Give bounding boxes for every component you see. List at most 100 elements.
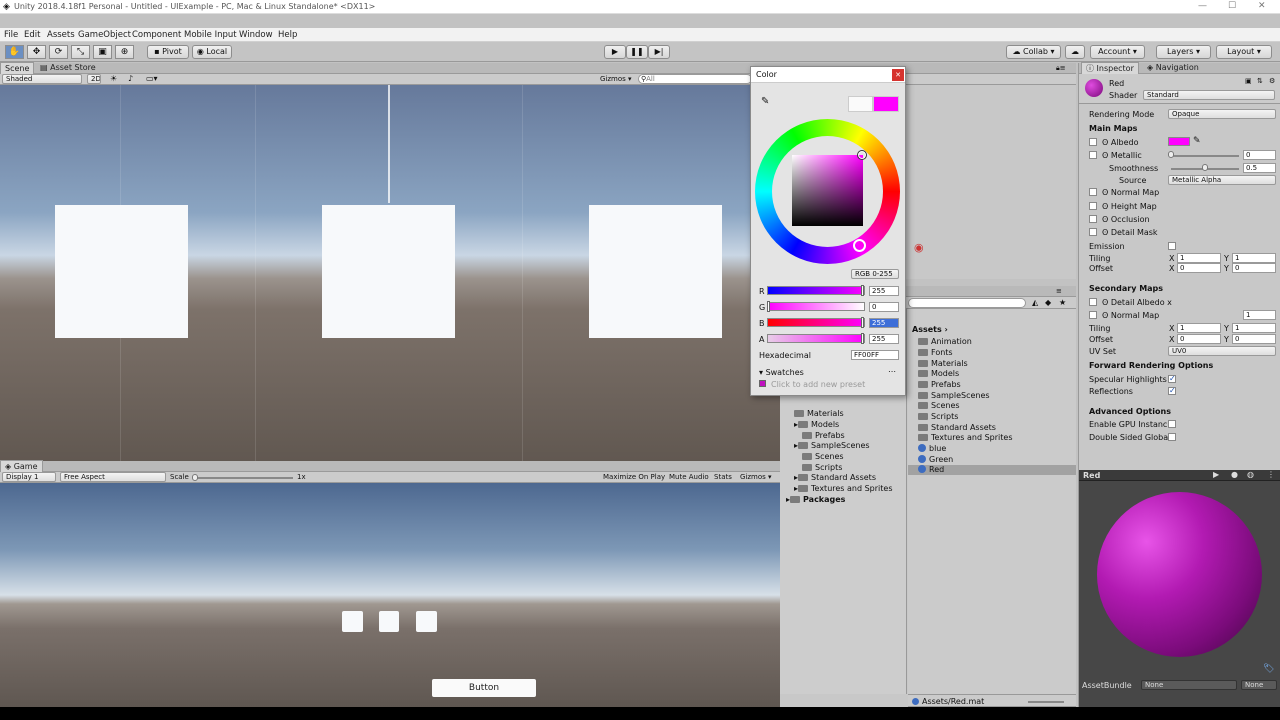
previous-color-swatch[interactable] bbox=[848, 96, 873, 112]
play-button[interactable]: ▶ bbox=[604, 45, 626, 59]
material-preview-sphere[interactable] bbox=[1097, 492, 1262, 657]
metallic-texture-slot[interactable] bbox=[1089, 151, 1097, 159]
asset-item[interactable]: Animation bbox=[918, 337, 972, 346]
shading-dropdown[interactable]: Shaded bbox=[2, 74, 82, 84]
channel-r-thumb[interactable] bbox=[861, 285, 864, 296]
offset-y-field[interactable]: 0 bbox=[1232, 263, 1276, 273]
rotate-tool-button[interactable]: ⟳ bbox=[49, 45, 68, 59]
scene-white-image-1[interactable] bbox=[55, 205, 188, 338]
game-viewport[interactable]: Button bbox=[0, 483, 780, 707]
scene-white-image-3[interactable] bbox=[589, 205, 722, 338]
hex-input[interactable]: FF00FF bbox=[851, 350, 899, 360]
menu-assets[interactable]: Assets bbox=[47, 30, 75, 40]
project-search-input[interactable] bbox=[908, 298, 1026, 308]
tree-item[interactable]: ▸ Models bbox=[794, 420, 839, 429]
collab-dropdown[interactable]: ☁ Collab ▾ bbox=[1006, 45, 1061, 59]
display-dropdown[interactable]: Display 1 bbox=[2, 472, 56, 482]
layers-dropdown[interactable]: Layers ▾ bbox=[1156, 45, 1211, 59]
asset-item[interactable]: Materials bbox=[918, 359, 968, 368]
local-toggle[interactable]: ◉ Local bbox=[192, 45, 232, 59]
channel-b-thumb[interactable] bbox=[861, 317, 864, 328]
swatch-preset[interactable] bbox=[759, 380, 766, 387]
scene-white-image-2[interactable] bbox=[322, 205, 455, 338]
game-white-image-3[interactable] bbox=[416, 611, 437, 632]
menu-edit[interactable]: Edit bbox=[24, 30, 40, 40]
tree-item-packages[interactable]: ▸ Packages bbox=[786, 495, 845, 504]
preview-play-icon[interactable]: ▶ bbox=[1213, 470, 1219, 479]
project-lock-icon[interactable]: ≡ bbox=[1056, 287, 1062, 295]
transform-tool-button[interactable]: ⊕ bbox=[115, 45, 134, 59]
lighting-icon[interactable]: ☀ bbox=[110, 74, 117, 83]
emission-checkbox[interactable] bbox=[1168, 242, 1176, 250]
lock-icon[interactable]: 🔒︎≡ bbox=[1056, 64, 1066, 73]
assetbundle-variant-dropdown[interactable]: None bbox=[1241, 680, 1277, 690]
metallic-value[interactable]: 0 bbox=[1243, 150, 1276, 160]
scale-slider[interactable] bbox=[193, 477, 293, 479]
hue-handle[interactable] bbox=[853, 239, 866, 252]
preview-light-icon[interactable]: ● bbox=[1231, 470, 1238, 479]
mute-audio-toggle[interactable]: Mute Audio bbox=[669, 473, 709, 481]
asset-item[interactable]: Prefabs bbox=[918, 380, 961, 389]
gpu-instancing-checkbox[interactable] bbox=[1168, 420, 1176, 428]
favorite-icon[interactable]: ★ bbox=[1059, 298, 1066, 307]
swatches-menu-icon[interactable]: ⋯ bbox=[888, 367, 896, 376]
help-icon[interactable]: ▣ bbox=[1245, 77, 1252, 85]
tree-item[interactable]: Scripts bbox=[802, 463, 842, 472]
effects-icon[interactable]: ▭▾ bbox=[146, 74, 158, 83]
saturation-value-square[interactable] bbox=[792, 155, 863, 226]
asset-item[interactable]: Standard Assets bbox=[918, 423, 996, 432]
double-sided-checkbox[interactable] bbox=[1168, 433, 1176, 441]
step-button[interactable]: ▶| bbox=[648, 45, 670, 59]
eyedropper-icon[interactable]: ✎ bbox=[761, 96, 769, 107]
menu-component[interactable]: Component bbox=[132, 30, 181, 40]
sv-handle[interactable] bbox=[857, 150, 867, 160]
game-ui-button[interactable]: Button bbox=[432, 679, 536, 697]
cloud-button[interactable]: ☁ bbox=[1065, 45, 1085, 59]
move-tool-button[interactable]: ✥ bbox=[27, 45, 46, 59]
tiling-y-field[interactable]: 1 bbox=[1232, 253, 1276, 263]
game-white-image-1[interactable] bbox=[342, 611, 363, 632]
swatches-header[interactable]: ▾ Swatches bbox=[759, 368, 804, 377]
detail-albedo-slot[interactable] bbox=[1089, 298, 1097, 306]
normal-map-slot[interactable] bbox=[1089, 188, 1097, 196]
smoothness-slider-thumb[interactable] bbox=[1202, 164, 1208, 171]
gizmos-dropdown[interactable]: Gizmos ▾ bbox=[600, 75, 632, 83]
metallic-slider[interactable] bbox=[1171, 155, 1239, 157]
asset-item[interactable]: Scripts bbox=[918, 412, 958, 421]
tiling2-x-field[interactable]: 1 bbox=[1177, 323, 1221, 333]
asset-item[interactable]: Textures and Sprites bbox=[918, 433, 1012, 442]
albedo-color-field[interactable] bbox=[1168, 137, 1190, 146]
detail-mask-slot[interactable] bbox=[1089, 228, 1097, 236]
close-button[interactable]: ✕ bbox=[892, 69, 904, 81]
layout-dropdown[interactable]: Layout ▾ bbox=[1216, 45, 1272, 59]
specular-highlights-checkbox[interactable]: ✓ bbox=[1168, 375, 1176, 383]
asset-item[interactable]: Scenes bbox=[918, 401, 960, 410]
tab-inspector[interactable]: ⓘ Inspector bbox=[1081, 62, 1139, 74]
menu-help[interactable]: Help bbox=[278, 30, 297, 40]
height-map-slot[interactable] bbox=[1089, 202, 1097, 210]
current-color-swatch[interactable] bbox=[873, 96, 899, 112]
maximize-icon[interactable]: ☐ bbox=[1228, 1, 1236, 11]
channel-g-value[interactable]: 0 bbox=[869, 302, 899, 312]
tree-item[interactable]: ▸ Textures and Sprites bbox=[794, 484, 893, 493]
channel-b-value[interactable]: 255 bbox=[869, 318, 899, 328]
filter-type-icon[interactable]: ◭ bbox=[1032, 298, 1038, 307]
asset-item[interactable]: Green bbox=[918, 455, 953, 464]
account-dropdown[interactable]: Account ▾ bbox=[1090, 45, 1145, 59]
preview-menu-icon[interactable]: ⋮ bbox=[1267, 470, 1275, 479]
hand-tool-button[interactable]: ✋ bbox=[5, 45, 24, 59]
uv-set-dropdown[interactable]: UV0 bbox=[1168, 346, 1276, 356]
tree-item[interactable]: ▸ Standard Assets bbox=[794, 473, 876, 482]
offset-x-field[interactable]: 0 bbox=[1177, 263, 1221, 273]
filter-label-icon[interactable]: ◆ bbox=[1045, 298, 1051, 307]
gear-icon[interactable]: ⚙ bbox=[1269, 77, 1275, 85]
game-white-image-2[interactable] bbox=[379, 611, 399, 632]
asset-item[interactable]: SampleScenes bbox=[918, 391, 990, 400]
close-window-icon[interactable]: ✕ bbox=[1258, 1, 1266, 11]
offset2-y-field[interactable]: 0 bbox=[1232, 334, 1276, 344]
tiling2-y-field[interactable]: 1 bbox=[1232, 323, 1276, 333]
channel-r-bar[interactable] bbox=[767, 286, 865, 295]
scene-search-input[interactable]: ⚲All bbox=[638, 74, 752, 84]
tree-item[interactable]: ▸ SampleScenes bbox=[794, 441, 870, 450]
assetbundle-dropdown[interactable]: None bbox=[1141, 680, 1237, 690]
